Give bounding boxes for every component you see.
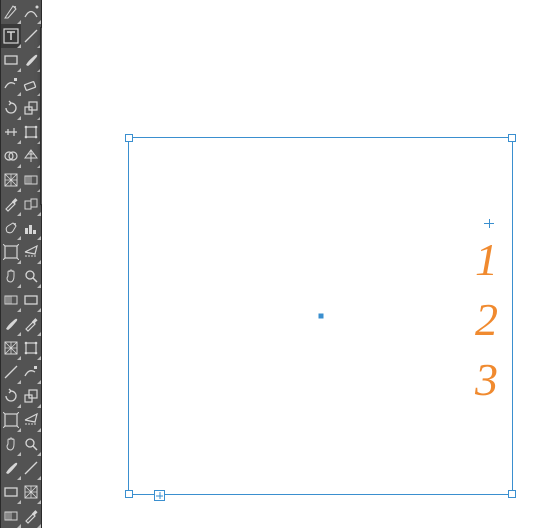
tools-panel <box>0 0 42 528</box>
shaper-tool[interactable] <box>21 360 41 384</box>
canvas[interactable]: 1 2 3 <box>42 0 557 528</box>
hand-tool[interactable] <box>1 264 21 288</box>
brush-tool[interactable] <box>1 456 21 480</box>
perspective-tool[interactable] <box>21 144 41 168</box>
mesh-tool[interactable] <box>1 336 21 360</box>
mesh-tool[interactable] <box>1 168 21 192</box>
artboard-tool[interactable] <box>1 240 21 264</box>
slice-tool[interactable] <box>21 240 41 264</box>
width-tool[interactable] <box>1 120 21 144</box>
handle-top-right[interactable] <box>508 134 516 142</box>
line-tool[interactable] <box>21 456 41 480</box>
handle-bottom-left[interactable] <box>125 490 133 498</box>
gradient-tool[interactable] <box>1 288 21 312</box>
rect-tool[interactable] <box>21 288 41 312</box>
text-frame-selection[interactable]: 1 2 3 <box>128 137 513 495</box>
text-line: 2 <box>475 290 498 350</box>
line-tool[interactable] <box>21 24 41 48</box>
out-port[interactable] <box>154 490 165 501</box>
text-line: 1 <box>475 230 498 290</box>
eraser-tool[interactable] <box>21 72 41 96</box>
scale-tool[interactable] <box>21 384 41 408</box>
line-tool[interactable] <box>1 360 21 384</box>
rect-tool[interactable] <box>1 480 21 504</box>
gradient-tool[interactable] <box>1 504 21 528</box>
handle-top-left[interactable] <box>125 134 133 142</box>
slice-tool[interactable] <box>21 408 41 432</box>
mesh-tool[interactable] <box>21 480 41 504</box>
center-point <box>318 314 323 319</box>
hand-tool[interactable] <box>1 432 21 456</box>
eyedropper-tool[interactable] <box>21 504 41 528</box>
pen-tool[interactable] <box>1 0 21 24</box>
rect-tool[interactable] <box>1 48 21 72</box>
eyedropper-tool[interactable] <box>1 192 21 216</box>
scale-tool[interactable] <box>21 96 41 120</box>
blend-tool[interactable] <box>21 192 41 216</box>
handle-bottom-right[interactable] <box>508 490 516 498</box>
zoom-tool[interactable] <box>21 432 41 456</box>
eyedropper-tool[interactable] <box>21 312 41 336</box>
rotate-tool[interactable] <box>1 384 21 408</box>
curvature-tool[interactable] <box>21 0 41 24</box>
shape-builder-tool[interactable] <box>1 144 21 168</box>
free-transform-tool[interactable] <box>21 336 41 360</box>
gradient-tool[interactable] <box>21 168 41 192</box>
rotate-tool[interactable] <box>1 96 21 120</box>
zoom-tool[interactable] <box>21 264 41 288</box>
text-line: 3 <box>475 350 498 410</box>
in-port[interactable] <box>484 223 494 224</box>
brush-tool[interactable] <box>1 312 21 336</box>
free-transform-tool[interactable] <box>21 120 41 144</box>
symbol-spray-tool[interactable] <box>1 216 21 240</box>
text-content: 1 2 3 <box>475 230 498 409</box>
column-graph-tool[interactable] <box>21 216 41 240</box>
brush-tool[interactable] <box>21 48 41 72</box>
type-tool[interactable] <box>1 24 21 48</box>
shaper-tool[interactable] <box>1 72 21 96</box>
artboard-tool[interactable] <box>1 408 21 432</box>
